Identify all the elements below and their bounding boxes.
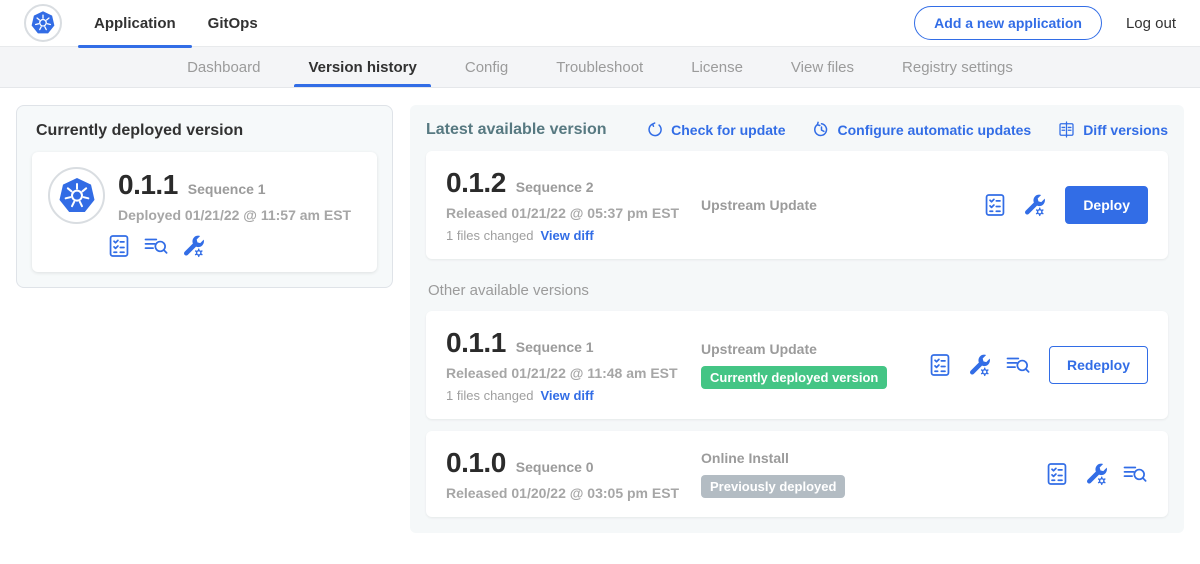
tab-config[interactable]: Config (451, 47, 522, 87)
release-notes-icon[interactable] (1044, 461, 1070, 487)
tab-license[interactable]: License (677, 47, 757, 87)
logout-button[interactable]: Log out (1126, 15, 1176, 32)
nav-tab-application[interactable]: Application (78, 0, 192, 47)
version-source-label: Upstream Update (701, 197, 817, 213)
sequence-label: Sequence 0 (516, 459, 594, 475)
app-header: Application GitOps Add a new application… (0, 0, 1200, 47)
tab-dashboard[interactable]: Dashboard (173, 47, 274, 87)
version-source-label: Online Install (701, 450, 789, 466)
files-changed-label: 1 files changed (446, 388, 533, 403)
sequence-label: Sequence 1 (516, 339, 594, 355)
kubernetes-logo-icon (24, 4, 62, 42)
version-history-panel: Latest available version Check for updat… (410, 105, 1184, 533)
release-notes-icon[interactable] (927, 352, 953, 378)
edit-config-icon[interactable] (1083, 461, 1109, 487)
other-versions-title: Other available versions (426, 282, 1168, 299)
previously-deployed-badge: Previously deployed (701, 475, 845, 498)
released-timestamp: Released 01/21/22 @ 11:48 am EST (446, 365, 701, 381)
check-for-update-label: Check for update (671, 122, 785, 138)
version-source-label: Upstream Update (701, 341, 817, 357)
deploy-logs-icon[interactable] (143, 233, 169, 259)
main-content: Currently deployed version 0.1.1 Sequenc… (0, 88, 1200, 550)
app-subnav: Dashboard Version history Config Trouble… (0, 47, 1200, 88)
check-for-update-link[interactable]: Check for update (645, 120, 785, 139)
latest-available-title: Latest available version (426, 121, 607, 139)
edit-config-icon[interactable] (966, 352, 992, 378)
deploy-button[interactable]: Deploy (1065, 186, 1148, 224)
version-card-0-1-1: 0.1.1 Sequence 1 Released 01/21/22 @ 11:… (426, 311, 1168, 419)
view-diff-link[interactable]: View diff (540, 388, 593, 403)
currently-deployed-title: Currently deployed version (32, 120, 377, 152)
schedule-icon (812, 120, 831, 139)
version-actions: Check for update Configure automatic upd… (645, 120, 1168, 139)
files-changed-label: 1 files changed (446, 228, 533, 243)
diff-versions-label: Diff versions (1083, 122, 1168, 138)
add-application-button[interactable]: Add a new application (914, 6, 1102, 40)
deploy-logs-icon[interactable] (1005, 352, 1031, 378)
sequence-label: Sequence 2 (516, 179, 594, 195)
diff-versions-link[interactable]: Diff versions (1057, 120, 1168, 139)
version-card-0-1-0: 0.1.0 Sequence 0 Released 01/20/22 @ 03:… (426, 431, 1168, 517)
edit-config-icon[interactable] (180, 233, 206, 259)
tab-version-history[interactable]: Version history (294, 47, 430, 87)
deployed-timestamp: Deployed 01/21/22 @ 11:57 am EST (118, 207, 351, 223)
edit-config-icon[interactable] (1021, 192, 1047, 218)
nav-tab-gitops[interactable]: GitOps (192, 0, 274, 47)
currently-deployed-panel: Currently deployed version 0.1.1 Sequenc… (16, 105, 393, 288)
view-diff-link[interactable]: View diff (540, 228, 593, 243)
configure-automatic-updates-label: Configure automatic updates (838, 122, 1032, 138)
version-number: 0.1.2 (446, 167, 506, 199)
version-card-0-1-2: 0.1.2 Sequence 2 Released 01/21/22 @ 05:… (426, 151, 1168, 259)
tab-troubleshoot[interactable]: Troubleshoot (542, 47, 657, 87)
currently-deployed-card: 0.1.1 Sequence 1 Deployed 01/21/22 @ 11:… (32, 152, 377, 272)
app-icon-kubernetes (48, 167, 105, 224)
redeploy-button[interactable]: Redeploy (1049, 346, 1148, 384)
deployed-version-number: 0.1.1 (118, 169, 178, 201)
tab-registry-settings[interactable]: Registry settings (888, 47, 1027, 87)
version-number: 0.1.0 (446, 447, 506, 479)
configure-automatic-updates-link[interactable]: Configure automatic updates (812, 120, 1032, 139)
version-number: 0.1.1 (446, 327, 506, 359)
release-notes-icon[interactable] (106, 233, 132, 259)
released-timestamp: Released 01/21/22 @ 05:37 pm EST (446, 205, 701, 221)
header-nav: Application GitOps (78, 0, 274, 47)
released-timestamp: Released 01/20/22 @ 03:05 pm EST (446, 485, 701, 501)
release-notes-icon[interactable] (982, 192, 1008, 218)
currently-deployed-badge: Currently deployed version (701, 366, 887, 389)
tab-view-files[interactable]: View files (777, 47, 868, 87)
refresh-icon (645, 120, 664, 139)
deployed-sequence-label: Sequence 1 (188, 181, 266, 197)
diff-icon (1057, 120, 1076, 139)
deploy-logs-icon[interactable] (1122, 461, 1148, 487)
